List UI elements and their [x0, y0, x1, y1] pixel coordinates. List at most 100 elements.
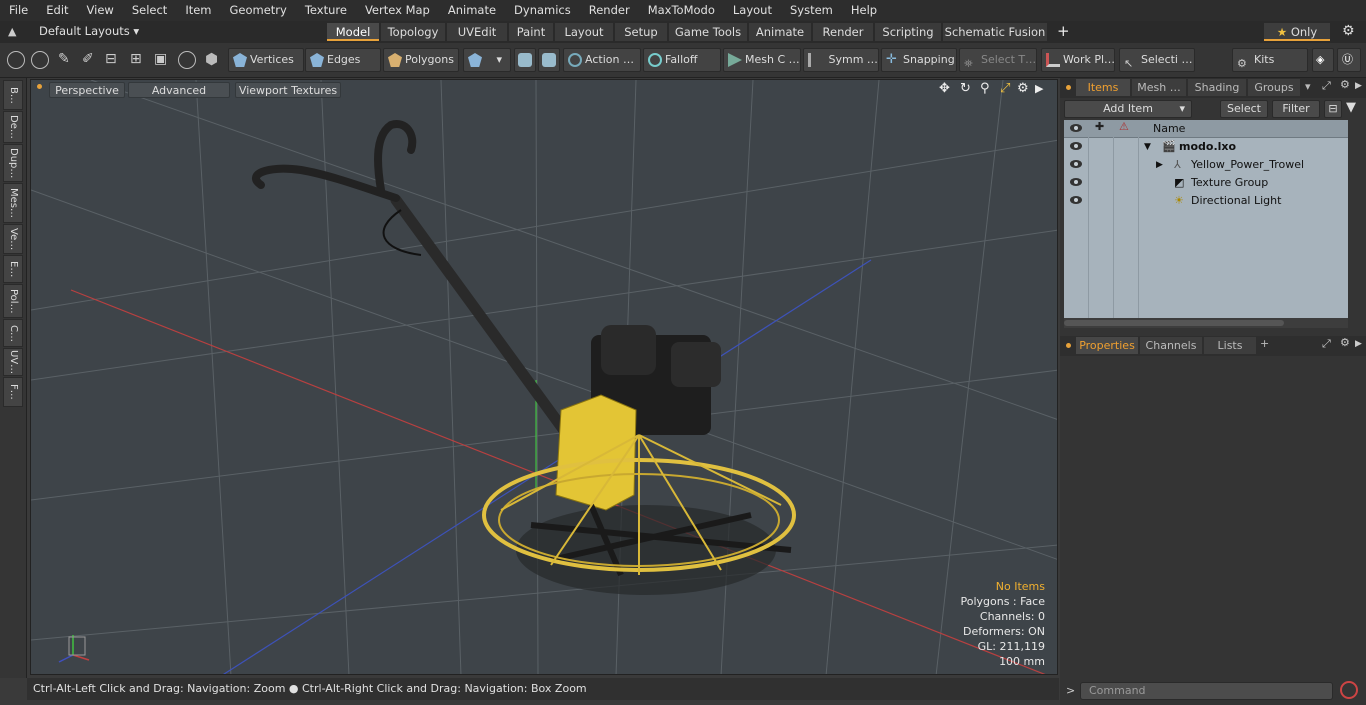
visibility-eye-icon[interactable]: [1070, 178, 1082, 186]
tab-items[interactable]: Items: [1076, 79, 1130, 96]
polygons-button[interactable]: Polygons: [383, 48, 459, 72]
menu-view[interactable]: View: [78, 0, 123, 21]
panel-expand-icon[interactable]: ⤢: [1322, 79, 1331, 93]
only-toggle[interactable]: ★ Only: [1264, 23, 1330, 41]
list-item-directional-light[interactable]: ☀ Directional Light: [1064, 192, 1348, 210]
timer-icon[interactable]: [178, 51, 196, 69]
menu-system[interactable]: System: [781, 0, 842, 21]
snapping-button[interactable]: ✛ Snapping: [881, 48, 957, 72]
panel-arrow-icon[interactable]: ▶: [1355, 339, 1362, 349]
menu-animate[interactable]: Animate: [439, 0, 505, 21]
center-icon[interactable]: ⊞: [130, 51, 142, 67]
zoom-view-icon[interactable]: ⚲: [980, 81, 990, 96]
selection-sets-button[interactable]: ↖ Selecti …: [1119, 48, 1195, 72]
panel-expand-icon[interactable]: ⤢: [1322, 337, 1331, 351]
unreal-button[interactable]: Ⓤ: [1337, 48, 1361, 72]
tab-shading[interactable]: Shading: [1188, 79, 1246, 96]
vtab-fusion[interactable]: F…: [3, 377, 23, 407]
name-column-header[interactable]: Name: [1153, 122, 1185, 135]
perspective-button[interactable]: Perspective: [49, 82, 125, 98]
tab-channels[interactable]: Channels: [1140, 337, 1202, 354]
viewport-textures-button[interactable]: Viewport Textures: [235, 82, 341, 98]
tab-model[interactable]: Model: [327, 23, 379, 41]
gear-icon[interactable]: ⚙: [1342, 23, 1355, 39]
symmetry-button[interactable]: Symm …: [803, 48, 879, 72]
layout-arrow-icon[interactable]: ▲: [8, 25, 16, 38]
panel-arrow-icon[interactable]: ▶: [1355, 81, 1362, 91]
advanced-button[interactable]: Advanced: [128, 82, 230, 98]
panel-dot-icon[interactable]: [1066, 85, 1071, 90]
sym-toggle-button[interactable]: [538, 48, 560, 72]
list-item-texture-group[interactable]: ◩ Texture Group: [1064, 174, 1348, 192]
default-layouts-dropdown[interactable]: Default Layouts ▾: [39, 24, 139, 38]
transform-icon[interactable]: ⊟: [105, 51, 117, 67]
brush-icon[interactable]: ✐: [82, 51, 94, 67]
power-trowel-model[interactable]: [251, 120, 796, 595]
menu-layout[interactable]: Layout: [724, 0, 781, 21]
filter-button[interactable]: Filter: [1272, 100, 1320, 118]
add-tab-icon[interactable]: +: [1260, 337, 1269, 350]
tab-setup[interactable]: Setup: [615, 23, 667, 41]
vtab-edge[interactable]: E…: [3, 255, 23, 283]
vtab-deform[interactable]: De…: [3, 111, 23, 143]
3d-viewport[interactable]: Perspective Advanced Viewport Textures ✥…: [30, 79, 1058, 675]
item-list-scrollbar[interactable]: [1064, 318, 1348, 328]
menu-select[interactable]: Select: [123, 0, 176, 21]
command-input[interactable]: Command: [1080, 682, 1333, 700]
tab-properties[interactable]: Properties: [1076, 337, 1138, 354]
move-view-icon[interactable]: ✥: [939, 81, 950, 96]
panel-settings-icon[interactable]: ⚙: [1340, 336, 1350, 349]
vtab-mesh-edit[interactable]: Mes…: [3, 183, 23, 223]
vertices-button[interactable]: Vertices: [228, 48, 304, 72]
expand-arrow-icon[interactable]: ▼: [1144, 138, 1151, 156]
select-circle-icon[interactable]: [7, 51, 25, 69]
visibility-eye-icon[interactable]: [1070, 142, 1082, 150]
menu-maxtomodo[interactable]: MaxToModo: [639, 0, 724, 21]
add-tab-icon[interactable]: +: [1057, 22, 1070, 40]
viewport-settings-icon[interactable]: ⚙: [1017, 81, 1029, 96]
vtab-duplicate[interactable]: Dup…: [3, 144, 23, 182]
vtab-curve[interactable]: C…: [3, 319, 23, 347]
tab-uvedit[interactable]: UVEdit: [447, 23, 507, 41]
select-button[interactable]: Select: [1220, 100, 1268, 118]
tab-paint[interactable]: Paint: [509, 23, 553, 41]
menu-file[interactable]: File: [0, 0, 37, 21]
menu-vertex-map[interactable]: Vertex Map: [356, 0, 439, 21]
viewport-menu-arrow-icon[interactable]: ▶: [1035, 82, 1043, 95]
select-through-button[interactable]: ⛯ Select T…: [959, 48, 1037, 72]
kits-button[interactable]: ⚙ Kits: [1232, 48, 1308, 72]
tab-render[interactable]: Render: [813, 23, 873, 41]
vtab-vertex[interactable]: Ve…: [3, 224, 23, 254]
maximize-view-icon[interactable]: ⤢: [1000, 81, 1010, 96]
tab-topology[interactable]: Topology: [381, 23, 445, 41]
menu-texture[interactable]: Texture: [296, 0, 356, 21]
add-item-button[interactable]: Add Item ▾: [1064, 100, 1192, 118]
element-icon[interactable]: ▣: [154, 51, 167, 67]
panel-settings-icon[interactable]: ⚙: [1340, 78, 1350, 91]
globe-icon[interactable]: [31, 51, 49, 69]
tab-animate[interactable]: Animate: [749, 23, 811, 41]
mesh-constraint-button[interactable]: Mesh C …: [723, 48, 801, 72]
snap-sym-button[interactable]: [514, 48, 536, 72]
viewport-dot-icon[interactable]: [37, 84, 42, 89]
tab-groups[interactable]: Groups: [1248, 79, 1300, 96]
action-center-button[interactable]: Action …: [563, 48, 641, 72]
tab-game-tools[interactable]: Game Tools: [669, 23, 747, 41]
list-item-yellow-power-trowel[interactable]: ▶ ⅄ Yellow_Power_Trowel: [1064, 156, 1348, 174]
expand-arrow-icon[interactable]: ▶: [1156, 156, 1163, 174]
tab-scripting[interactable]: Scripting: [875, 23, 941, 41]
tab-schematic-fusion[interactable]: Schematic Fusion: [943, 23, 1047, 41]
vtab-uv[interactable]: UV…: [3, 348, 23, 376]
menu-item[interactable]: Item: [176, 0, 220, 21]
falloff-button[interactable]: Falloff: [643, 48, 721, 72]
pen-tool-icon[interactable]: ✎: [58, 51, 70, 67]
edges-button[interactable]: Edges: [305, 48, 381, 72]
item-mode-icon[interactable]: ⬢: [205, 50, 218, 68]
menu-geometry[interactable]: Geometry: [221, 0, 296, 21]
panel-dot-icon[interactable]: [1066, 343, 1071, 348]
material-button[interactable]: ▾: [463, 48, 511, 72]
viewport-scene[interactable]: [31, 80, 1058, 675]
tabs-dropdown-icon[interactable]: ▾: [1305, 80, 1311, 93]
visibility-eye-icon[interactable]: [1070, 196, 1082, 204]
tab-lists[interactable]: Lists: [1204, 337, 1256, 354]
